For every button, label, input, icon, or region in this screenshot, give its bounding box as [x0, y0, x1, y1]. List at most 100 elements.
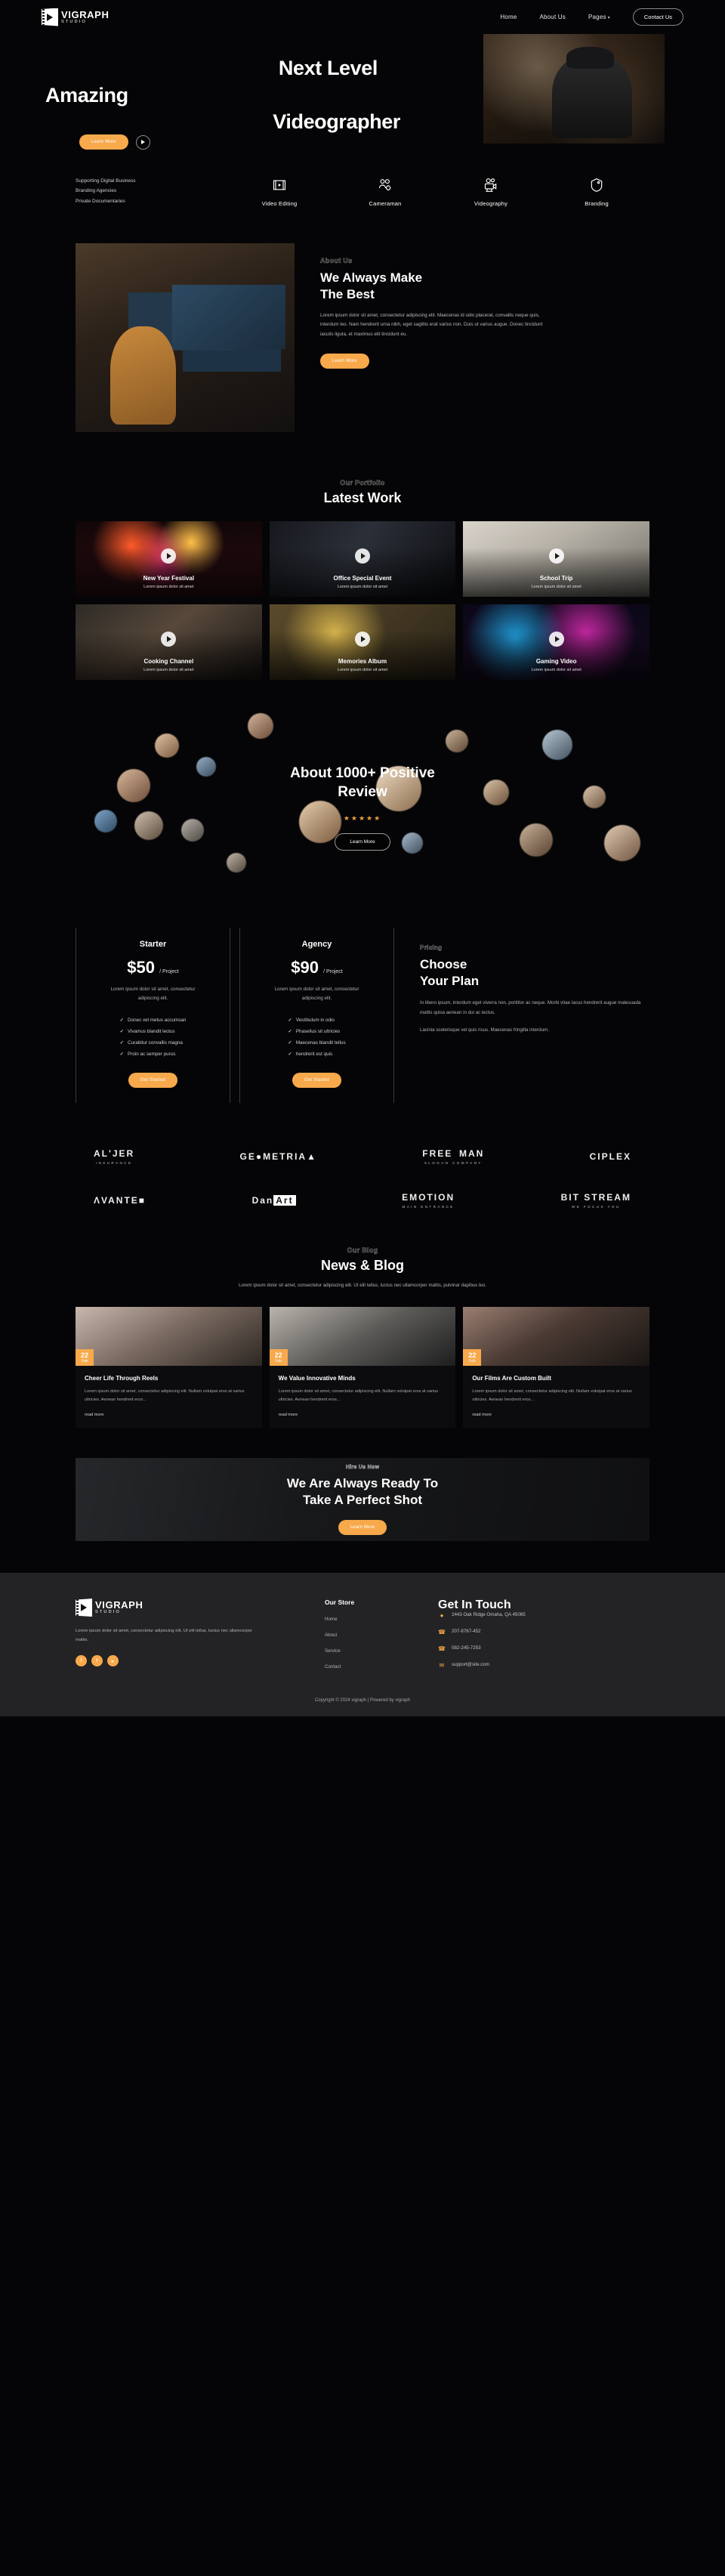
contact-email[interactable]: ✉ support@site.com [438, 1662, 649, 1669]
plan-feature: ✓ Curabitur convallis magna [119, 1039, 183, 1046]
contact-us-button[interactable]: Contact Us [632, 8, 683, 26]
play-button[interactable] [354, 548, 370, 564]
footer-link-service[interactable]: Service [325, 1648, 438, 1654]
footer-logo[interactable]: VIGRAPH STUDIO [76, 1598, 325, 1617]
envelope-icon: ✉ [439, 1662, 445, 1669]
hero-learn-more-button[interactable]: Learn More [79, 134, 128, 150]
get-started-button[interactable]: Get Started [128, 1072, 177, 1088]
logo-subtitle: STUDIO [95, 1610, 121, 1615]
portfolio-card[interactable]: Cooking Channel Lorem ipsum dolor sit ame… [76, 604, 262, 680]
footer-link-home[interactable]: Home [325, 1617, 438, 1622]
service-branding[interactable]: Branding [562, 175, 631, 207]
blog-card[interactable]: 22 Feb We Value Innovative Minds Lorem ip… [269, 1307, 456, 1429]
service-cameraman[interactable]: Cameraman [350, 175, 420, 207]
check-icon: ✓ [119, 1017, 125, 1023]
play-icon [167, 553, 172, 559]
footer-contact-title: Get In Touch [438, 1598, 511, 1612]
plan-feature: ✓ Proin ac semper purus [119, 1051, 176, 1057]
footer-store-column: Our Store Home About Service Contact [325, 1598, 438, 1680]
youtube-icon[interactable]: ▸ [107, 1655, 119, 1667]
nav-item-pages[interactable]: Pages ▾ [588, 14, 610, 20]
portfolio-header: Our Portfolio Latest Work [76, 462, 649, 506]
blog-header: Our Blog News & Blog Lorem ipsum dolor s… [76, 1230, 649, 1290]
facebook-icon[interactable]: f [76, 1655, 87, 1667]
hero-heading: Next Level Amazing Videographer [45, 55, 408, 136]
contact-whatsapp[interactable]: ☎ 082-245-7253 [438, 1645, 649, 1652]
plan-description: Lorem ipsum dolor sit amet, consectetur … [274, 987, 359, 1001]
blog-card[interactable]: 22 Feb Cheer Life Through Reels Lorem ips… [76, 1307, 262, 1429]
footer-about-text: Lorem ipsum dolor sit amet, consectetur … [76, 1629, 252, 1642]
about-paragraph: Lorem ipsum dolor sit amet, consectetur … [320, 312, 543, 338]
footer-link-about[interactable]: About [325, 1632, 438, 1638]
get-started-button[interactable]: Get Started [292, 1072, 341, 1088]
cta-learn-more-button[interactable]: Learn More [338, 1519, 387, 1535]
read-more-link[interactable]: read more [279, 1413, 447, 1417]
play-button[interactable] [548, 548, 564, 564]
plan-period: / Project [159, 969, 179, 974]
contact-address: ● 2443 Oak Ridge Omaha, QA 45065 [438, 1612, 649, 1619]
plan-name: Agency [301, 940, 332, 949]
hero-line-3: Videographer [273, 110, 400, 134]
post-title: We Value Innovative Minds [278, 1375, 356, 1382]
post-date-badge: 22 Feb [76, 1348, 94, 1367]
portfolio-subtitle: Lorem ipsum dolor sit amet [337, 585, 388, 589]
site-footer: VIGRAPH STUDIO Lorem ipsum dolor sit ame… [0, 1573, 725, 1717]
portfolio-title: Office Special Event [333, 575, 392, 582]
twitter-icon[interactable]: ᴛ [91, 1655, 103, 1667]
footer-contact-column: Get In Touch ● 2443 Oak Ridge Omaha, QA 4… [438, 1598, 649, 1680]
reviews-section: About 1000+ Positive Review ★★★★★ Learn … [76, 713, 649, 902]
reviews-learn-more-button[interactable]: Learn More [335, 832, 390, 851]
plan-period: / Project [323, 969, 343, 974]
blog-heading: News & Blog [320, 1257, 404, 1273]
tag-icon [562, 175, 631, 195]
footer-link-contact[interactable]: Contact [325, 1664, 438, 1669]
blog-card[interactable]: 22 Feb Our Films Are Custom Built Lorem i… [463, 1307, 649, 1429]
film-strip-icon [245, 175, 314, 195]
about-image [76, 243, 295, 432]
play-button[interactable] [354, 632, 370, 647]
play-button[interactable] [161, 632, 177, 647]
portfolio-title: Memories Album [338, 658, 387, 665]
play-button[interactable] [548, 632, 564, 647]
about-learn-more-button[interactable]: Learn More [320, 354, 369, 369]
portfolio-card[interactable]: Memories Album Lorem ipsum dolor sit amet [269, 604, 456, 680]
plan-price: $90 [291, 958, 319, 977]
nav-item-home[interactable]: Home [500, 14, 517, 20]
service-videography[interactable]: Videography [456, 175, 526, 207]
movie-camera-icon [456, 175, 526, 195]
portfolio-card[interactable]: Gaming Video Lorem ipsum dolor sit amet [463, 604, 649, 680]
whatsapp-icon: ☎ [438, 1645, 446, 1653]
hero-play-button[interactable] [135, 134, 150, 150]
logo-name: VIGRAPH [95, 1599, 143, 1611]
star-rating: ★★★★★ [343, 814, 382, 822]
service-video-editing[interactable]: Video Editing [245, 175, 314, 207]
service-label: Videography [474, 200, 508, 207]
read-more-link[interactable]: read more [85, 1413, 253, 1417]
portfolio-card[interactable]: New Year Festival Lorem ipsum dolor sit a… [76, 521, 262, 597]
plan-feature: ✓ Vestibulum in odio [288, 1017, 335, 1023]
film-play-icon [76, 1598, 92, 1617]
post-date-badge: 22 Feb [269, 1348, 288, 1367]
portfolio-grid: New Year Festival Lorem ipsum dolor sit a… [76, 521, 649, 680]
cta-banner: Hire Us Now We Are Always Ready To Take … [76, 1458, 649, 1542]
contact-phone[interactable]: ☎ 207-8767-452 [438, 1629, 649, 1635]
read-more-link[interactable]: read more [472, 1413, 640, 1417]
logo-subtitle: STUDIO [61, 19, 87, 24]
service-label: Cameraman [369, 200, 402, 207]
social-links: f ᴛ ▸ [76, 1655, 325, 1667]
play-button[interactable] [161, 548, 177, 564]
portfolio-card[interactable]: School Trip Lorem ipsum dolor sit amet [463, 521, 649, 597]
chevron-down-icon: ▾ [607, 16, 610, 20]
portfolio-subtitle: Lorem ipsum dolor sit amet [531, 668, 582, 672]
site-logo[interactable]: VIGRAPH STUDIO [42, 8, 109, 26]
play-icon [167, 636, 172, 642]
users-gear-icon [350, 175, 420, 195]
blog-grid: 22 Feb Cheer Life Through Reels Lorem ips… [76, 1307, 649, 1429]
main-nav: Home About Us Pages ▾ Contact Us [500, 8, 683, 26]
hero-line-2: Amazing [45, 83, 128, 107]
pricing-heading-line-2: Your Plan [420, 974, 480, 989]
about-section: About Us We Always Make The Best Lorem i… [76, 230, 649, 462]
post-excerpt: Lorem ipsum dolor sit amet, consectetur … [472, 1389, 632, 1403]
portfolio-card[interactable]: Office Special Event Lorem ipsum dolor si… [269, 521, 456, 597]
nav-item-about-us[interactable]: About Us [539, 14, 566, 20]
